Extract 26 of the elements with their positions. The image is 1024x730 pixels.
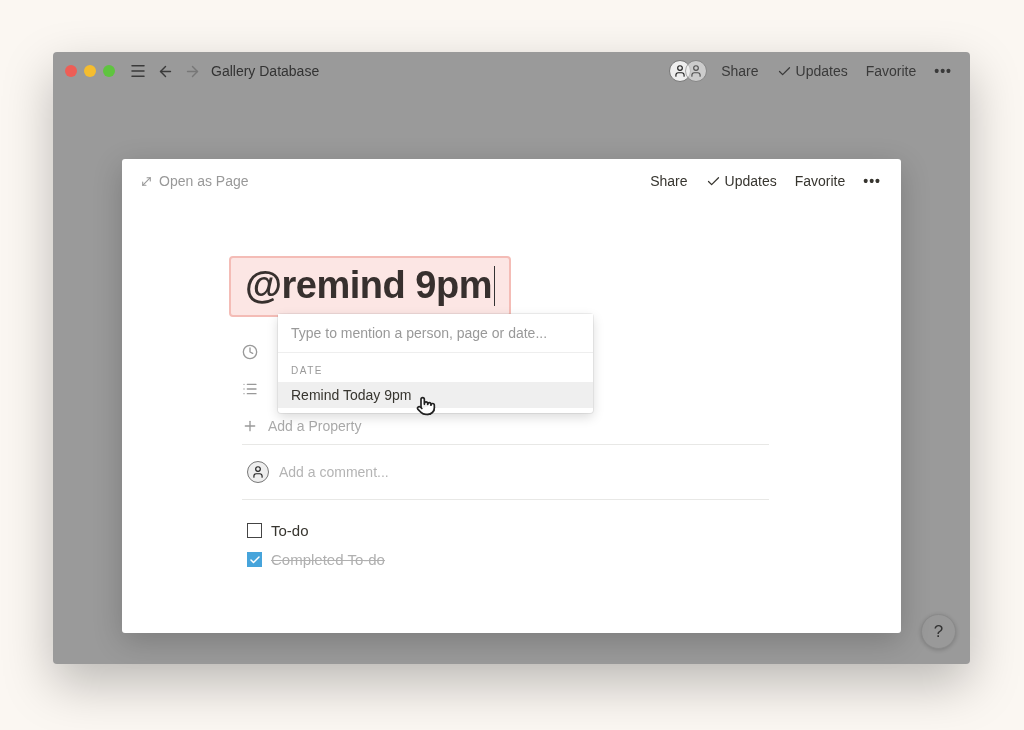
mention-search-field[interactable]: Type to mention a person, page or date...	[278, 314, 593, 353]
section-label: DATE	[290, 364, 324, 378]
avatar-icon	[685, 60, 708, 82]
help-button[interactable]: ?	[921, 614, 956, 649]
property-label[interactable]: Add a Property	[268, 417, 362, 434]
menu-icon[interactable]	[129, 62, 147, 80]
more-button[interactable]: •••	[859, 173, 885, 189]
avatar-icon	[247, 461, 269, 483]
minimize-button[interactable]	[84, 65, 96, 77]
header-action-button[interactable]: Updates	[701, 173, 781, 189]
todo-text: Completed To-do	[271, 551, 385, 568]
expand-icon	[140, 174, 153, 188]
clock-icon	[242, 343, 258, 360]
header-action-button[interactable]: Favorite	[790, 173, 850, 189]
header-action-button[interactable]: Updates	[772, 63, 852, 79]
header-action-button[interactable]: Favorite	[861, 63, 921, 79]
todo-text: To-do	[271, 522, 309, 539]
checkbox[interactable]	[247, 523, 262, 538]
header-action-button[interactable]: Share	[717, 63, 763, 79]
checkbox[interactable]	[247, 552, 262, 567]
window-title: Gallery Database	[211, 63, 320, 79]
title-field[interactable]: @remind 9pm	[229, 256, 511, 317]
avatar-icon	[669, 60, 692, 82]
more-button[interactable]: •••	[930, 63, 956, 79]
header-action-button[interactable]: Share	[646, 173, 692, 189]
open-as-page-button[interactable]: Open as Page	[140, 173, 249, 189]
